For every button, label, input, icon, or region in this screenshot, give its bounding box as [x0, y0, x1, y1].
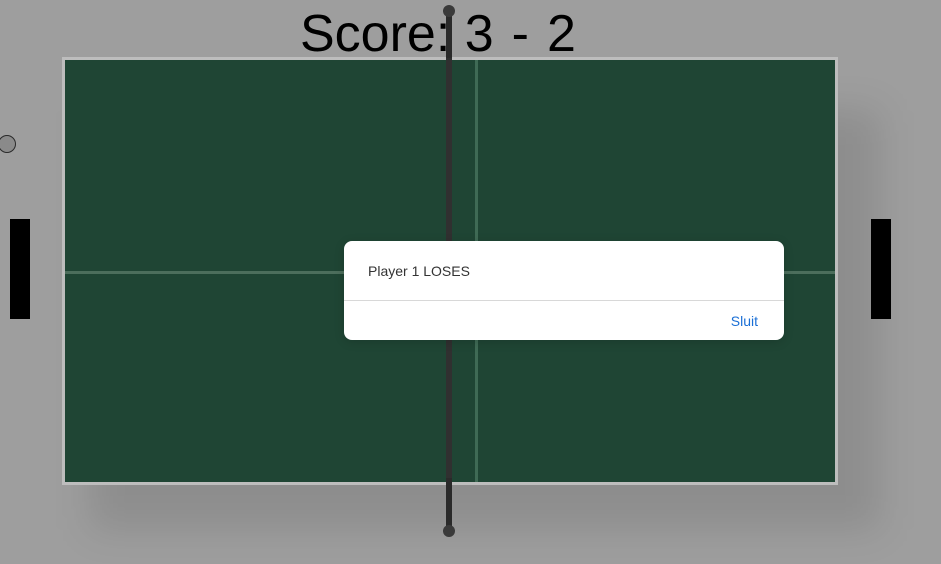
game-canvas[interactable]: Score: 3-2 Player 1 LOSES Sluit: [0, 0, 941, 564]
close-button[interactable]: Sluit: [731, 313, 758, 329]
alert-dialog: Player 1 LOSES Sluit: [344, 241, 784, 340]
alert-message: Player 1 LOSES: [368, 263, 470, 279]
alert-divider: [344, 300, 784, 301]
